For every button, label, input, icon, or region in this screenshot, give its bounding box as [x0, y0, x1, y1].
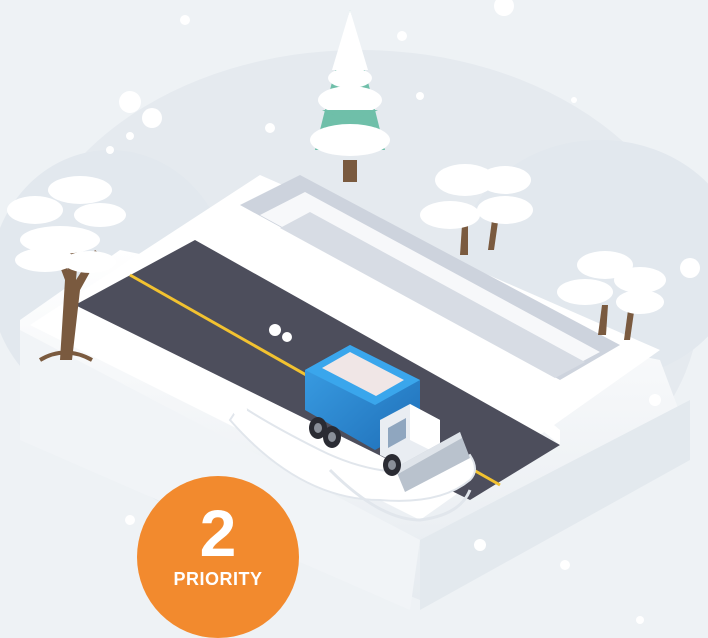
priority-label: PRIORITY	[173, 568, 263, 589]
priority-badge: 2 PRIORITY	[137, 476, 299, 638]
illustration-canvas	[0, 0, 708, 624]
winter-road-illustration: 2 PRIORITY	[0, 0, 708, 638]
priority-number: 2	[199, 495, 237, 570]
